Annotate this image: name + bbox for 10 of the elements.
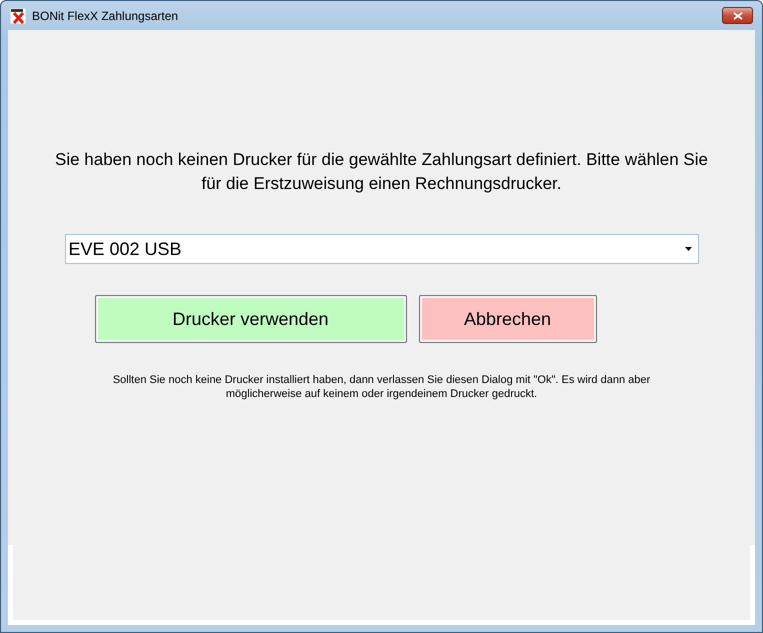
dropdown-arrow-icon (684, 247, 692, 251)
use-printer-button[interactable]: Drucker verwenden (94, 295, 406, 343)
printer-select[interactable]: EVE 002 USB (64, 234, 698, 264)
instruction-text: Sie haben noch keinen Drucker für die gewählte Zahlungsart definiert. Bitte wählen Sie für die Erstzuweisung einen Rechnungsdrucker. (54, 149, 709, 195)
close-button[interactable] (722, 7, 753, 24)
close-icon (732, 12, 742, 20)
app-logo-icon (10, 8, 26, 24)
window-title: BONit FlexX Zahlungsarten (32, 8, 178, 22)
cancel-button[interactable]: Abbrechen (418, 295, 596, 343)
hint-text: Sollten Sie noch keine Drucker installiert haben, dann verlassen Sie diesen Dialog mit "Ok". Es wird dann aber möglicherweise auf keinem oder irgendeinem Drucker gedruckt. (112, 373, 652, 401)
